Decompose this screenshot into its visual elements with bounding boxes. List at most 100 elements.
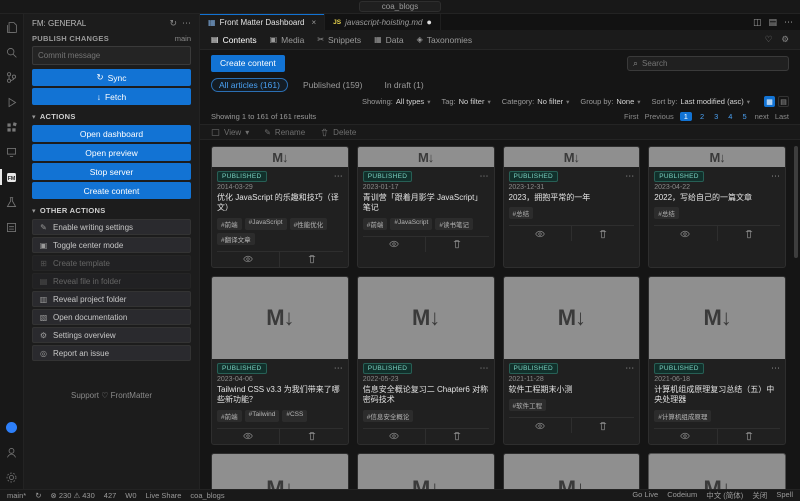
pagination-last[interactable]: Last bbox=[775, 112, 789, 121]
nav-item-media[interactable]: ▣ Media bbox=[270, 35, 305, 45]
sort-by-filter[interactable]: Sort by: Last modified (asc) ▾ bbox=[652, 97, 750, 106]
article-card[interactable]: M↓ PUBLISHED⋯ 2021-11-28 软件工程期末小测 #软件工程 bbox=[503, 276, 641, 445]
create-template-button[interactable]: ⊞ Create template bbox=[32, 255, 191, 271]
enable-writing-settings-button[interactable]: ✎ Enable writing settings bbox=[32, 219, 191, 235]
pagination-page-3[interactable]: 3 bbox=[712, 112, 720, 121]
pagination-page-4[interactable]: 4 bbox=[726, 112, 734, 121]
preview-eye-icon[interactable] bbox=[654, 226, 716, 241]
nav-item-contents[interactable]: ▤ Contents bbox=[211, 35, 257, 45]
refresh-icon[interactable]: ↻ bbox=[169, 18, 177, 29]
showing-filter[interactable]: Showing: All types ▾ bbox=[362, 97, 430, 106]
list-view-toggle[interactable]: ▤ bbox=[778, 96, 789, 107]
search-box[interactable]: ⌕ bbox=[627, 56, 789, 71]
support-frontmatter-link[interactable]: Support ♡ FrontMatter bbox=[24, 391, 199, 400]
reveal-file-in-folder-button[interactable]: ▤ Reveal file in folder bbox=[32, 273, 191, 289]
close-status[interactable]: 关闭 bbox=[752, 490, 767, 501]
report-an-issue-button[interactable]: ◎ Report an issue bbox=[32, 345, 191, 361]
category-filter[interactable]: Category: No filter ▾ bbox=[502, 97, 570, 106]
card-menu-icon[interactable]: ⋯ bbox=[771, 363, 780, 374]
w-status[interactable]: W0 bbox=[125, 491, 136, 500]
open-preview-button[interactable]: Open preview bbox=[32, 144, 191, 161]
settings-overview-button[interactable]: ⚙ Settings overview bbox=[32, 327, 191, 343]
view-button[interactable]: View ▾ bbox=[211, 128, 249, 137]
article-card[interactable]: M↓ PUBLISHED⋯ 2022-05-23 信息安全概论复习二 Chapt… bbox=[357, 276, 495, 445]
live-share-status[interactable]: Live Share bbox=[146, 491, 182, 500]
run-debug-icon[interactable] bbox=[3, 94, 21, 110]
more-actions-icon[interactable]: ⋯ bbox=[182, 18, 191, 29]
command-center[interactable]: coa_blogs bbox=[359, 1, 441, 12]
open-dashboard-button[interactable]: Open dashboard bbox=[32, 125, 191, 142]
preview-eye-icon[interactable] bbox=[363, 237, 425, 252]
actions-section-header[interactable]: ▾ ACTIONS bbox=[24, 105, 199, 123]
delete-trash-icon[interactable] bbox=[571, 418, 634, 433]
article-card[interactable]: M↓ PUBLISHED⋯ 2023-12-31 2023，拥抱平常的一年 #总… bbox=[503, 146, 641, 268]
card-menu-icon[interactable]: ⋯ bbox=[334, 363, 343, 374]
article-card[interactable]: M↓ PUBLISHED⋯ 2021-06-18 bbox=[211, 453, 349, 489]
codeium-status[interactable]: Codeium bbox=[667, 490, 697, 501]
card-menu-icon[interactable]: ⋯ bbox=[625, 171, 634, 182]
article-card[interactable]: M↓ PUBLISHED⋯ 2021-06-18 计算机组成原理复习总结（五）中… bbox=[648, 276, 786, 445]
preview-eye-icon[interactable] bbox=[509, 226, 571, 241]
article-card-selected[interactable]: M↓ PUBLISHED⋯ 2021-06-18 bbox=[648, 453, 786, 489]
card-menu-icon[interactable]: ⋯ bbox=[771, 171, 780, 182]
article-card[interactable]: M↓ PUBLISHED⋯ 2023-01-17 青训营「跟着月影学 JavaS… bbox=[357, 146, 495, 268]
testing-icon[interactable] bbox=[3, 194, 21, 210]
sync-button[interactable]: ↻ Sync bbox=[32, 69, 191, 86]
extensions-icon[interactable] bbox=[3, 119, 21, 135]
explorer-icon[interactable] bbox=[3, 19, 21, 35]
account-icon[interactable] bbox=[3, 444, 21, 460]
heart-icon[interactable]: ♡ bbox=[765, 34, 773, 45]
delete-trash-icon[interactable] bbox=[279, 429, 342, 444]
delete-button[interactable]: Delete bbox=[320, 128, 356, 137]
preview-eye-icon[interactable] bbox=[217, 429, 279, 444]
nav-item-snippets[interactable]: ✂ Snippets bbox=[317, 35, 361, 45]
delete-trash-icon[interactable] bbox=[425, 237, 488, 252]
article-card[interactable]: M↓ PUBLISHED⋯ 2021-06-16 bbox=[503, 453, 641, 489]
close-icon[interactable]: × bbox=[312, 18, 317, 27]
article-card[interactable]: M↓ PUBLISHED⋯ 2014-03-29 优化 JavaScript 的… bbox=[211, 146, 349, 268]
branch-status[interactable]: main* bbox=[7, 491, 26, 500]
card-menu-icon[interactable]: ⋯ bbox=[625, 363, 634, 374]
delete-trash-icon[interactable] bbox=[571, 226, 634, 241]
rename-button[interactable]: ✎ Rename bbox=[264, 128, 305, 137]
workspace-status[interactable]: coa_blogs bbox=[190, 491, 224, 500]
delete-trash-icon[interactable] bbox=[279, 252, 342, 267]
pagination-page-5[interactable]: 5 bbox=[740, 112, 748, 121]
pagination-first[interactable]: First bbox=[624, 112, 639, 121]
sync-status-icon[interactable]: ↻ bbox=[35, 491, 41, 500]
preview-eye-icon[interactable] bbox=[654, 429, 716, 444]
search-input[interactable] bbox=[642, 59, 783, 68]
tab-front-matter-dashboard[interactable]: ▦ Front Matter Dashboard × bbox=[200, 14, 325, 30]
pagination-next[interactable]: next bbox=[755, 112, 769, 121]
language-status[interactable]: 中文 (简体) bbox=[706, 490, 743, 501]
spell-status[interactable]: Spell bbox=[776, 490, 793, 501]
tag-filter[interactable]: Tag: No filter ▾ bbox=[441, 97, 490, 106]
modified-dot-icon[interactable]: ● bbox=[427, 18, 432, 27]
search-icon[interactable] bbox=[3, 44, 21, 60]
scrollbar[interactable] bbox=[794, 146, 798, 258]
gear-icon[interactable]: ⚙ bbox=[781, 34, 789, 45]
delete-trash-icon[interactable] bbox=[717, 226, 780, 241]
preview-eye-icon[interactable] bbox=[217, 252, 279, 267]
nav-item-taxonomies[interactable]: ◈ Taxonomies bbox=[417, 35, 473, 45]
toggle-center-mode-button[interactable]: ▣ Toggle center mode bbox=[32, 237, 191, 253]
card-menu-icon[interactable]: ⋯ bbox=[480, 171, 489, 182]
card-menu-icon[interactable]: ⋯ bbox=[480, 363, 489, 374]
counter-status[interactable]: 427 bbox=[104, 491, 117, 500]
group-by-filter[interactable]: Group by: None ▾ bbox=[580, 97, 640, 106]
stop-server-button[interactable]: Stop server bbox=[32, 163, 191, 180]
layout-icon[interactable]: ▤ bbox=[768, 17, 777, 28]
create-content-button-sidebar[interactable]: Create content bbox=[32, 182, 191, 199]
delete-trash-icon[interactable] bbox=[425, 429, 488, 444]
frontmatter-icon[interactable]: FM bbox=[3, 169, 21, 185]
source-control-icon[interactable] bbox=[3, 69, 21, 85]
open-documentation-button[interactable]: ▧ Open documentation bbox=[32, 309, 191, 325]
preview-eye-icon[interactable] bbox=[509, 418, 571, 433]
fetch-button[interactable]: ↓ Fetch bbox=[32, 88, 191, 105]
grid-view-toggle[interactable]: ▦ bbox=[764, 96, 775, 107]
nav-item-data[interactable]: ▦ Data bbox=[374, 35, 404, 45]
settings-gear-icon[interactable] bbox=[3, 469, 21, 485]
tab-javascript-hoisting[interactable]: JS javascript-hoisting.md ● bbox=[325, 14, 441, 30]
split-editor-icon[interactable]: ◫ bbox=[753, 17, 762, 28]
remote-icon[interactable] bbox=[3, 144, 21, 160]
